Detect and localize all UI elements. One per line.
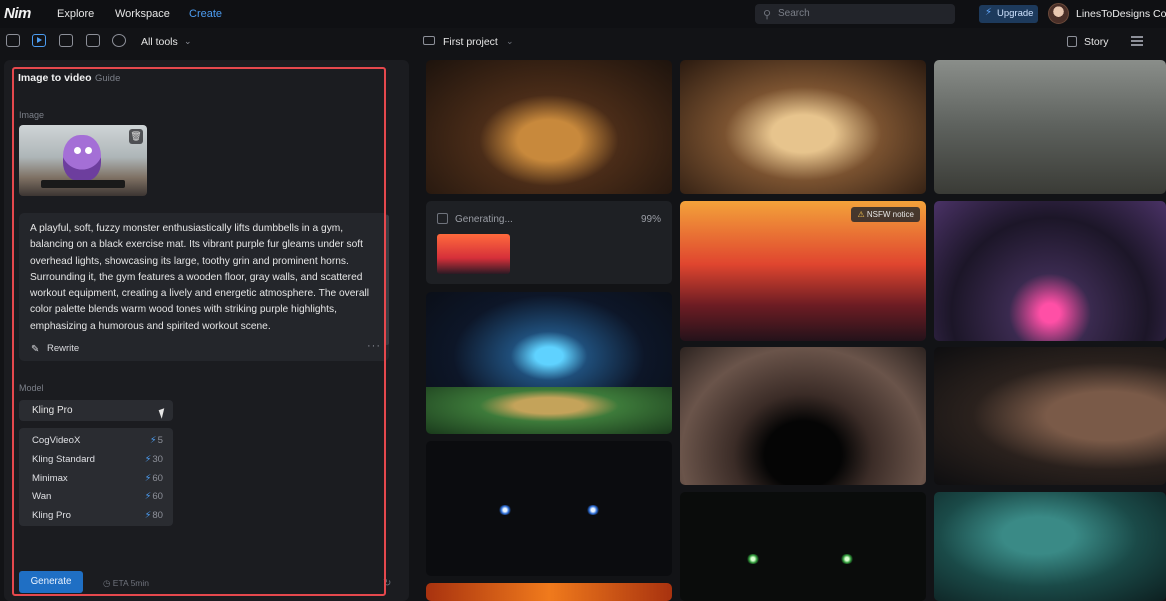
model-cost: ⚡80: [144, 510, 163, 521]
story-button[interactable]: Story: [1084, 36, 1109, 48]
image-label: Image: [19, 110, 45, 120]
storyboard-tool-icon[interactable]: [86, 34, 100, 47]
search-input[interactable]: ⚲ Search: [755, 4, 955, 24]
prompt-text[interactable]: A playful, soft, fuzzy monster enthusias…: [30, 221, 376, 335]
model-option-cogvideox[interactable]: CogVideoX: [32, 435, 80, 446]
prompt-scrollbar[interactable]: [385, 215, 389, 345]
bolt-icon: ⚡: [144, 510, 152, 521]
bolt-icon: ⚡: [144, 491, 152, 502]
tool-row: All tools ⌄: [0, 28, 1166, 54]
warning-icon: ⚠: [857, 210, 865, 219]
project-selector[interactable]: First project: [443, 36, 498, 48]
prompt-textarea[interactable]: A playful, soft, fuzzy monster enthusias…: [19, 213, 389, 361]
video-tool-icon[interactable]: [32, 34, 46, 47]
eye-tool-icon[interactable]: [112, 34, 126, 47]
refresh-icon[interactable]: ↻: [383, 578, 391, 589]
panel-title: Image to video: [18, 72, 92, 84]
generating-thumbnail[interactable]: [437, 234, 510, 274]
gallery-image-teal-smoke[interactable]: [934, 492, 1166, 601]
more-options-icon[interactable]: ···: [367, 340, 381, 352]
avatar[interactable]: [1048, 3, 1069, 24]
model-cost: ⚡5: [149, 435, 163, 446]
glowing-eye: [746, 554, 760, 564]
gallery-image-bedroom-hole[interactable]: [680, 347, 926, 485]
model-select[interactable]: Kling Pro: [19, 400, 173, 421]
monster-eye: [74, 147, 81, 154]
chevron-down-icon: ⌄: [506, 36, 514, 46]
generating-card: Generating... 99%: [426, 201, 672, 284]
selected-model: Kling Pro: [32, 405, 73, 416]
filter-menu-icon[interactable]: [1131, 36, 1143, 48]
bolt-icon: ⚡: [144, 473, 152, 484]
stadium-field: [426, 387, 672, 434]
model-cost: ⚡30: [144, 454, 163, 465]
model-dropdown: CogVideoX ⚡5 Kling Standard ⚡30 Minimax …: [19, 428, 173, 526]
gallery-image-ufo-night[interactable]: [934, 201, 1166, 341]
video-icon: [437, 213, 448, 224]
bolt-icon: ⚡: [149, 435, 157, 446]
nav-create[interactable]: Create: [189, 8, 222, 20]
bolt-icon: ⚡: [985, 7, 993, 18]
exercise-mat: [41, 180, 125, 188]
gallery-image-ufo-stadium[interactable]: [426, 292, 672, 434]
nav-workspace[interactable]: Workspace: [115, 8, 170, 20]
model-option-minimax[interactable]: Minimax: [32, 473, 68, 484]
model-cost: ⚡60: [144, 473, 163, 484]
gallery-image-corgi-newspaper[interactable]: [680, 60, 926, 194]
story-icon: [1067, 36, 1077, 47]
rewrite-button[interactable]: Rewrite: [47, 343, 79, 354]
gallery-image-shattered-face[interactable]: [934, 347, 1166, 485]
upgrade-label: Upgrade: [997, 8, 1034, 19]
app-logo[interactable]: Nim: [4, 5, 31, 22]
gallery-image-apocalypse-city[interactable]: ⚠ NSFW notice: [680, 201, 926, 341]
gallery-image-mech-butterfly[interactable]: [934, 60, 1166, 194]
bolt-icon: ⚡: [144, 454, 152, 465]
glowing-eye: [586, 505, 600, 515]
model-cost: ⚡60: [144, 491, 163, 502]
gallery-image-dog-barista[interactable]: [426, 60, 672, 194]
username[interactable]: LinesToDesigns Co: [1076, 8, 1166, 20]
nsfw-badge[interactable]: ⚠ NSFW notice: [851, 207, 920, 222]
gallery-image-fire[interactable]: [426, 583, 672, 601]
model-option-kling-standard[interactable]: Kling Standard: [32, 454, 95, 465]
gallery-image-green-eyes[interactable]: [680, 492, 926, 601]
eta-text: ◷ ETA 5min: [103, 578, 149, 588]
model-option-kling-pro[interactable]: Kling Pro: [32, 510, 71, 521]
search-placeholder: Search: [778, 8, 810, 19]
generate-button[interactable]: Generate: [19, 571, 83, 593]
glowing-eye: [498, 505, 512, 515]
folder-icon: [423, 36, 435, 45]
glowing-eye: [840, 554, 854, 564]
upgrade-button[interactable]: ⚡ Upgrade: [979, 5, 1038, 23]
edit-tool-icon[interactable]: [59, 34, 73, 47]
top-bar: Nim Explore Workspace Create ⚲ Search ⚡ …: [0, 0, 1166, 28]
monster-eye: [85, 147, 92, 154]
source-image[interactable]: 🗑: [19, 125, 147, 196]
chevron-down-icon: ⌄: [184, 36, 192, 46]
model-option-wan[interactable]: Wan: [32, 491, 51, 502]
guide-link[interactable]: Guide: [95, 73, 120, 84]
search-icon: ⚲: [763, 9, 772, 21]
trash-icon[interactable]: 🗑: [129, 129, 143, 144]
model-label: Model: [19, 383, 44, 393]
generating-status: Generating...: [455, 214, 513, 225]
image-tool-icon[interactable]: [6, 34, 20, 47]
nav-explore[interactable]: Explore: [57, 8, 94, 20]
monster-figure: [63, 135, 101, 181]
pencil-icon: ✎: [31, 344, 40, 355]
all-tools-menu[interactable]: All tools: [141, 36, 178, 48]
generating-progress: 99%: [640, 214, 661, 225]
gallery-image-dark-eyes[interactable]: [426, 441, 672, 576]
